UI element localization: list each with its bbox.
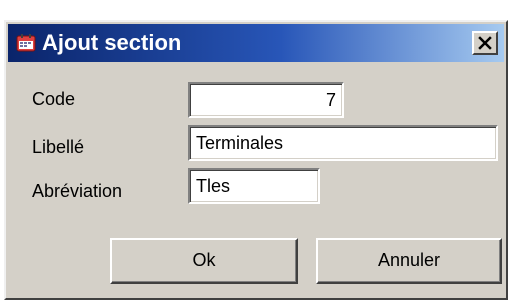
abreviation-label: Abréviation: [32, 181, 123, 201]
ok-button[interactable]: Ok: [110, 238, 298, 284]
app-window-icon: [16, 34, 36, 52]
title-bar[interactable]: Ajout section: [8, 24, 504, 62]
abreviation-field[interactable]: Tles: [188, 168, 320, 204]
add-section-dialog: Ajout section Code 7 Libellé Terminales …: [4, 20, 508, 300]
libelle-field[interactable]: Terminales: [188, 125, 498, 161]
close-button[interactable]: [472, 31, 498, 55]
code-field[interactable]: 7: [188, 82, 344, 118]
libelle-label: Libellé: [32, 137, 85, 157]
window-title: Ajout section: [42, 30, 182, 55]
close-icon: [478, 36, 492, 50]
cancel-button[interactable]: Annuler: [316, 238, 502, 284]
code-label: Code: [32, 89, 76, 109]
